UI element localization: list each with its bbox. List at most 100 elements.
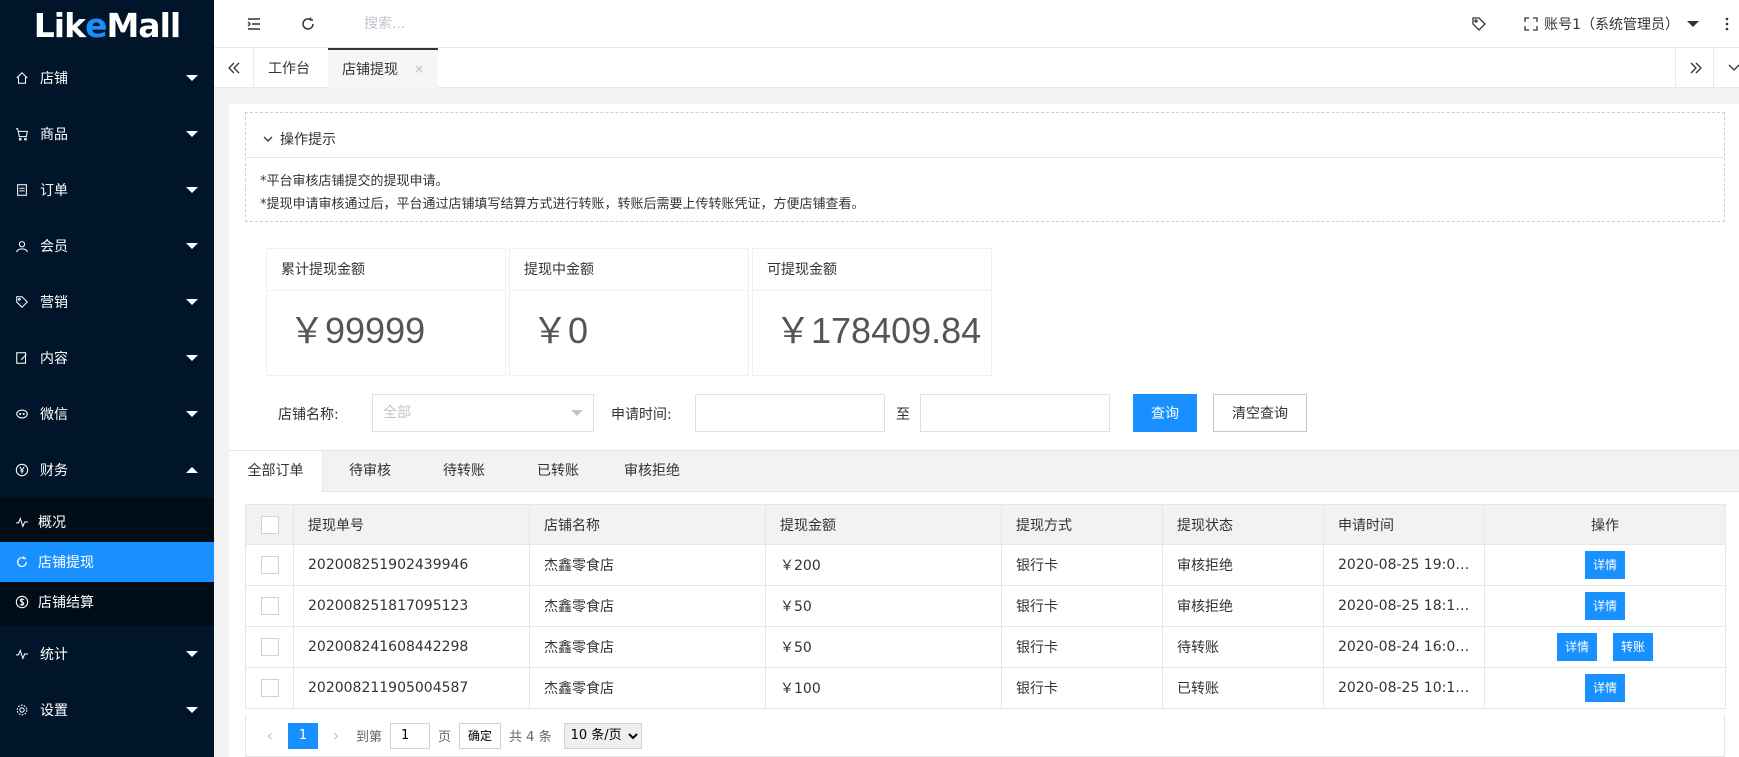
tag-icon (14, 294, 30, 310)
sidebar-item-order[interactable]: 订单 (0, 162, 214, 218)
order-icon (14, 182, 30, 198)
chevron-down-icon (186, 243, 198, 249)
sidebar-item-wechat[interactable]: 微信 (0, 386, 214, 442)
page-tabs-bar: 工作台 店铺提现 × (214, 48, 1739, 88)
table-row: 202008211905004587 杰鑫零食店 ￥100 银行卡 已转账 20… (245, 667, 1726, 709)
fullscreen-icon[interactable] (1521, 14, 1541, 34)
withdraw-status: 已转账 (1162, 667, 1324, 709)
withdraw-status: 审核拒绝 (1162, 544, 1324, 586)
withdraw-status: 审核拒绝 (1162, 585, 1324, 627)
chevron-down-icon (186, 651, 198, 657)
sidebar-item-finance[interactable]: 财务 (0, 442, 214, 498)
sidebar-item-member[interactable]: 会员 (0, 218, 214, 274)
tab-pending-transfer[interactable]: 待转账 (417, 451, 511, 492)
query-button[interactable]: 查询 (1133, 394, 1197, 432)
tab-rejected[interactable]: 审核拒绝 (605, 451, 699, 492)
select-all-checkbox[interactable] (260, 515, 279, 534)
sidebar-subitem-shop-withdraw[interactable]: 店铺提现 (0, 542, 214, 582)
detail-button[interactable]: 详情 (1584, 592, 1625, 620)
chevron-down-icon (186, 187, 198, 193)
more-icon[interactable] (1717, 14, 1737, 34)
sidebar-item-stats[interactable]: 统计 (0, 626, 214, 682)
refresh-icon[interactable] (298, 14, 318, 34)
chevron-up-icon (186, 467, 198, 473)
detail-button[interactable]: 详情 (1584, 551, 1625, 579)
tips-toggle[interactable]: 操作提示 (262, 129, 336, 149)
chevron-right-icon[interactable]: › (324, 726, 348, 745)
chevron-down-icon (186, 355, 198, 361)
withdraw-method: 银行卡 (1001, 585, 1163, 627)
sidebar-item-content[interactable]: 内容 (0, 330, 214, 386)
detail-button[interactable]: 详情 (1584, 674, 1625, 702)
row-checkbox[interactable] (260, 679, 279, 697)
status-tabs: 全部订单 待审核 待转账 已转账 审核拒绝 (229, 450, 1739, 492)
table-row: 202008251902439946 杰鑫零食店 ￥200 银行卡 审核拒绝 2… (245, 544, 1726, 586)
chevron-down-icon[interactable] (1713, 48, 1739, 88)
sidebar-item-label: 营销 (40, 295, 68, 311)
sidebar-item-shop[interactable]: 店铺 (0, 50, 214, 106)
sidebar-subitem-shop-settle[interactable]: 店铺结算 (0, 582, 214, 622)
main-content: 操作提示 *平台审核店铺提交的提现申请。 *提现申请审核通过后，平台通过店铺填写… (229, 104, 1739, 757)
tab-shop-withdraw[interactable]: 店铺提现 × (328, 48, 439, 88)
sidebar-item-label: 微信 (40, 407, 68, 423)
page-size-select[interactable]: 10 条/页 (563, 722, 642, 749)
sidebar-item-marketing[interactable]: 营销 (0, 274, 214, 330)
sidebar-item-label: 设置 (40, 703, 68, 719)
withdraw-amount: ￥50 (765, 626, 1002, 668)
tab-all-orders[interactable]: 全部订单 (229, 451, 323, 492)
goto-confirm-button[interactable]: 确定 (459, 722, 502, 749)
page-current[interactable]: 1 (288, 722, 318, 749)
col-header: 申请时间 (1323, 504, 1485, 545)
withdraw-no: 202008251902439946 (293, 544, 530, 586)
account-menu[interactable]: 账号1（系统管理员） (1544, 14, 1699, 34)
edit-icon (14, 350, 30, 366)
sidebar-item-label: 内容 (40, 351, 68, 367)
sidebar-item-label: 会员 (40, 239, 68, 255)
search-input[interactable] (364, 12, 664, 36)
menu-toggle-icon[interactable] (244, 14, 264, 34)
gear-icon (14, 702, 30, 718)
double-chevron-left-icon[interactable] (214, 48, 254, 88)
sidebar: Lik e Mall 店铺 商品 订单 会员 营销 内容 微信 财务 概况 店铺… (0, 0, 214, 757)
shop-name-select[interactable]: 全部 (372, 394, 594, 432)
end-date-input[interactable] (920, 394, 1110, 432)
shop-name: 杰鑫零食店 (529, 544, 766, 586)
withdraw-stats: 累计提现金额 ￥99999 提现中金额 ￥0 可提现金额 ￥178409.84 (266, 248, 996, 376)
top-header: 账号1（系统管理员） (214, 0, 1739, 48)
goto-page-input[interactable] (390, 722, 431, 749)
withdraw-status: 待转账 (1162, 626, 1324, 668)
col-header: 操作 (1484, 504, 1726, 545)
chevron-down-icon (186, 707, 198, 713)
chevron-down-icon (1687, 21, 1699, 27)
detail-button[interactable]: 详情 (1556, 633, 1597, 661)
apply-time: 2020-08-25 18:17:... (1323, 585, 1485, 627)
row-checkbox[interactable] (260, 556, 279, 574)
sidebar-subitem-overview[interactable]: 概况 (0, 502, 214, 542)
yen-icon (14, 462, 30, 478)
chevron-left-icon[interactable]: ‹ (258, 726, 282, 745)
row-checkbox[interactable] (260, 638, 279, 656)
logo: Lik e Mall (33, 5, 181, 45)
chevron-down-icon (571, 410, 583, 416)
refresh-icon (14, 554, 30, 570)
col-header: 店铺名称 (529, 504, 766, 545)
shop-name: 杰鑫零食店 (529, 626, 766, 668)
transfer-button[interactable]: 转账 (1613, 633, 1654, 661)
tips-body: *平台审核店铺提交的提现申请。 *提现申请审核通过后，平台通过店铺填写结算方式进… (246, 157, 1724, 228)
sidebar-item-goods[interactable]: 商品 (0, 106, 214, 162)
close-icon[interactable]: × (414, 62, 424, 76)
tab-pending-review[interactable]: 待审核 (323, 451, 417, 492)
tab-workbench[interactable]: 工作台 (254, 48, 324, 88)
clear-query-button[interactable]: 清空查询 (1213, 394, 1307, 432)
double-chevron-right-icon[interactable] (1675, 48, 1715, 88)
withdraw-amount: ￥200 (765, 544, 1002, 586)
tab-transferred[interactable]: 已转账 (511, 451, 605, 492)
row-checkbox[interactable] (260, 597, 279, 615)
sidebar-item-label: 商品 (40, 127, 68, 143)
start-date-input[interactable] (695, 394, 885, 432)
col-header: 提现方式 (1001, 504, 1163, 545)
wechat-icon (14, 406, 30, 422)
sidebar-item-settings[interactable]: 设置 (0, 682, 214, 738)
tag-icon[interactable] (1469, 14, 1489, 34)
col-header: 提现单号 (293, 504, 530, 545)
